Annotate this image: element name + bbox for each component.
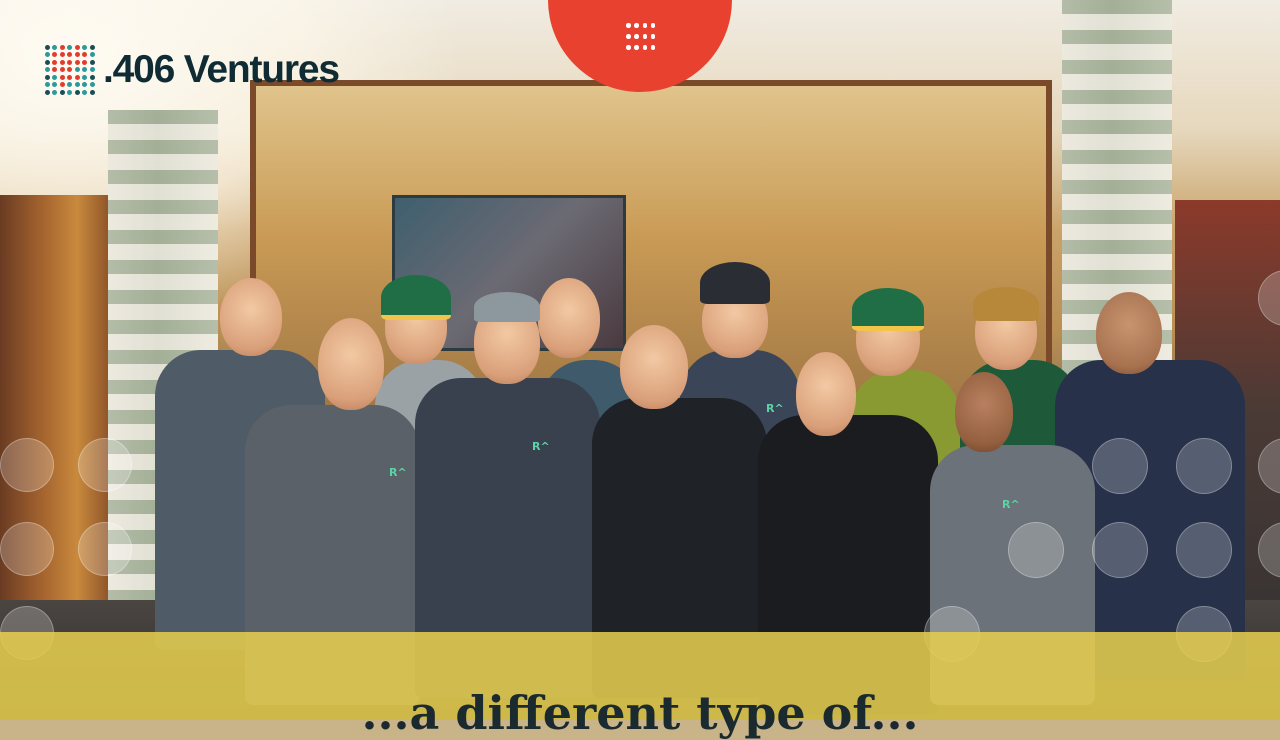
brand-logo-link[interactable]: .406 Ventures: [45, 44, 340, 96]
bokeh-dot: [78, 522, 132, 576]
hero-headline: ...a different type of...: [361, 686, 919, 740]
dot-matrix-logo-icon: [45, 45, 95, 95]
hero-photo: R^ R^ R^ R^: [0, 0, 1280, 720]
bokeh-dot: [1176, 522, 1232, 578]
bokeh-dot: [1176, 438, 1232, 494]
bokeh-dot: [0, 438, 54, 492]
bokeh-dot: [1092, 522, 1148, 578]
bokeh-dot: [1092, 438, 1148, 494]
bokeh-dot: [0, 522, 54, 576]
bokeh-dot: [1008, 522, 1064, 578]
bokeh-dot: [78, 438, 132, 492]
team-group: R^ R^ R^ R^: [0, 0, 1280, 720]
dots-grid-menu-icon[interactable]: [626, 23, 656, 53]
brand-name: .406 Ventures: [103, 48, 340, 91]
